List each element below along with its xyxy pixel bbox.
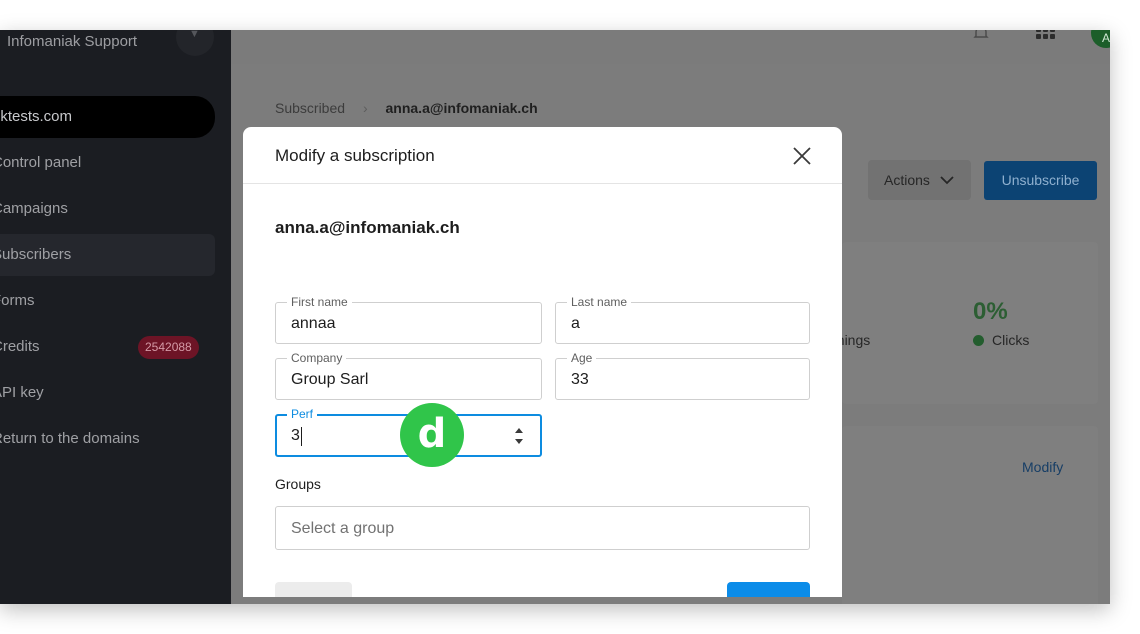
clicks-label: Clicks	[992, 332, 1030, 348]
chevron-down-icon: ▼	[189, 30, 200, 40]
sidebar-item-control-panel[interactable]: Control panel	[0, 143, 215, 183]
avatar[interactable]: A	[1091, 30, 1110, 48]
sidebar-item-label: Campaigns	[0, 200, 68, 217]
number-spinner-icon[interactable]	[513, 425, 525, 447]
unsubscribe-button[interactable]: Unsubscribe	[984, 161, 1097, 200]
top-bar: A	[231, 30, 1110, 64]
stats-card	[842, 242, 1098, 404]
chevron-down-icon	[940, 176, 954, 185]
company-field[interactable]: Company Group Sarl	[275, 351, 542, 400]
actions-button[interactable]: Actions	[868, 160, 971, 200]
perf-label: Perf	[287, 407, 318, 421]
sidebar-item-label: Credits	[0, 338, 40, 355]
last-name-label: Last name	[567, 295, 632, 309]
breadcrumb-parent[interactable]: Subscribed	[275, 100, 345, 116]
sidebar-item-label: Forms	[0, 292, 35, 309]
sidebar-item-label: Subscribers	[0, 246, 72, 263]
first-name-field[interactable]: First name annaa	[275, 295, 542, 344]
breadcrumb-current: anna.a@infomaniak.ch	[385, 100, 538, 116]
sidebar-domain-label: nktests.com	[0, 108, 73, 125]
company-value[interactable]: Group Sarl	[291, 371, 491, 389]
breadcrumb: Subscribed › anna.a@infomaniak.ch	[275, 100, 538, 116]
company-label: Company	[287, 351, 347, 365]
sidebar-domain[interactable]: nktests.com	[0, 96, 215, 138]
sidebar-item-campaigns[interactable]: Campaigns	[0, 189, 215, 229]
cancel-button[interactable]: Cancel	[275, 582, 352, 597]
age-label: Age	[567, 351, 597, 365]
organization-switch-button[interactable]: ▼	[176, 30, 214, 56]
legend-dot-icon	[973, 335, 984, 346]
group-select-placeholder: Select a group	[291, 520, 395, 537]
sidebar-item-label: API key	[0, 384, 44, 401]
age-value[interactable]: 33	[571, 371, 771, 389]
sidebar: Infomaniak Support ▼ nktests.com Control…	[0, 30, 231, 604]
last-name-field[interactable]: Last name a	[555, 295, 810, 344]
text-caret	[301, 427, 302, 446]
modal-divider	[243, 183, 842, 184]
sidebar-item-subscribers[interactable]: Subscribers	[0, 234, 215, 276]
last-name-value[interactable]: a	[571, 315, 771, 333]
organization-name: Infomaniak Support	[7, 33, 138, 50]
sidebar-item-label: Return to the domains	[0, 430, 140, 447]
breadcrumb-separator-icon: ›	[362, 100, 368, 116]
sidebar-item-label: Control panel	[0, 154, 82, 171]
modal-title: Modify a subscription	[275, 146, 435, 165]
first-name-value[interactable]: annaa	[291, 315, 491, 333]
credits-badge: 2542088	[138, 336, 199, 359]
confirm-button[interactable]: Confirm	[727, 582, 810, 597]
clicks-value: 0%	[973, 298, 1008, 325]
actions-button-label: Actions	[884, 172, 930, 188]
close-icon[interactable]	[792, 146, 812, 166]
age-field[interactable]: Age 33	[555, 351, 810, 400]
groups-card	[842, 426, 1098, 604]
sidebar-item-credits[interactable]: Credits 2542088	[0, 327, 215, 367]
annotation-marker: d	[400, 403, 464, 467]
sidebar-item-return-to-domains[interactable]: Return to the domains	[0, 419, 215, 459]
sidebar-item-api-key[interactable]: API key	[0, 373, 215, 413]
sidebar-item-forms[interactable]: Forms	[0, 281, 215, 321]
modify-link[interactable]: Modify	[1022, 459, 1063, 475]
groups-label: Groups	[275, 476, 321, 492]
group-select[interactable]: Select a group	[275, 506, 810, 550]
bell-icon[interactable]	[972, 30, 990, 42]
subscriber-email: anna.a@infomaniak.ch	[275, 218, 460, 237]
modify-subscription-modal: Modify a subscription anna.a@infomaniak.…	[243, 127, 842, 597]
clicks-legend: Clicks	[973, 332, 1029, 348]
first-name-label: First name	[287, 295, 352, 309]
